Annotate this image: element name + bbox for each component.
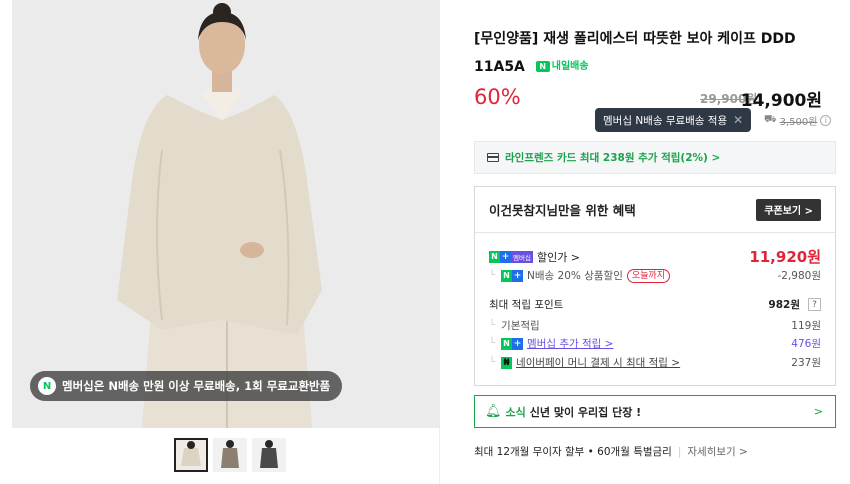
shipping-tooltip: 멤버십 N배송 무료배송 적용 ✕: [595, 108, 752, 132]
naver-plus-icon: N +: [501, 269, 524, 282]
truck-icon: ⛟: [764, 114, 777, 125]
product-title: [무인양품] 재생 폴리에스터 따뜻한 보아 케이프 DDD 11A5A N 내…: [474, 26, 836, 81]
member-points-link[interactable]: 멤버십 추가 적립 >: [527, 336, 613, 351]
branch-icon: └: [489, 270, 496, 281]
member-price-label: 할인가 >: [536, 250, 581, 264]
thumbnail-1[interactable]: [174, 438, 208, 472]
help-icon[interactable]: ?: [808, 298, 821, 311]
base-points-row: └ 기본적립 119원: [489, 318, 821, 333]
credit-card-icon: [487, 153, 499, 162]
base-points: 119원: [791, 320, 821, 332]
installment-info: 최대 12개월 무이자 할부 • 60개월 특별금리 | 자세히보기 >: [474, 444, 748, 459]
discount-rate: 60%: [474, 85, 521, 109]
naver-pay-icon: ₦: [501, 356, 513, 369]
npay-points-link[interactable]: 네이버페이 머니 결제 시 최대 적립 >: [516, 355, 680, 370]
naver-plus-icon: N +: [501, 337, 524, 350]
max-points-label: 최대 적립 포인트: [489, 299, 564, 311]
delivery-badge: N 내일배송: [535, 53, 589, 80]
max-points-row: 최대 적립 포인트 982원 ?: [489, 297, 821, 312]
news-text: 신년 맞이 우리집 단장 !: [529, 405, 642, 419]
benefit-title: 이건못참지님만을 위한 혜택: [489, 203, 636, 218]
n-delivery-discount-row: └ N + N배송 20% 상품할인 오늘까지 -2,980원: [489, 268, 821, 283]
bell-icon: 🔔︎: [485, 404, 502, 419]
news-banner[interactable]: 🔔︎ 소식 신년 맞이 우리집 단장 ! >: [474, 395, 836, 428]
branch-icon: └: [489, 357, 496, 368]
divider: |: [677, 445, 682, 458]
card-promo-text: 라인프렌즈 카드 최대 238원 추가 적립(2%) >: [505, 152, 721, 164]
tooltip-text: 멤버십 N배송 무료배송 적용: [603, 114, 728, 127]
product-title-text: [무인양품] 재생 폴리에스터 따뜻한 보아 케이프 DDD 11A5A: [474, 31, 796, 75]
installment-text: 최대 12개월 무이자 할부 • 60개월 특별금리: [474, 446, 672, 458]
promo-text: 멤버십은 N배송 만원 이상 무료배송, 1회 무료교환반품: [62, 379, 331, 393]
product-photo: [12, 0, 440, 428]
shipping-fee: ⛟ 3,500원 i: [764, 113, 832, 128]
n-delivery-label: N배송 20% 상품할인: [527, 270, 623, 282]
thumbnail-2[interactable]: [213, 438, 247, 472]
product-main-image[interactable]: N 멤버십은 N배송 만원 이상 무료배송, 1회 무료교환반품: [12, 0, 440, 428]
info-icon[interactable]: i: [820, 115, 832, 126]
today-only-tag: 오늘까지: [626, 268, 670, 283]
thumbnail-3[interactable]: [252, 438, 286, 472]
chevron-right-icon: >: [813, 405, 823, 418]
max-points: 982원: [768, 299, 800, 311]
installment-more-link[interactable]: 자세히보기 >: [687, 444, 747, 459]
coupon-button[interactable]: 쿠폰보기 >: [756, 198, 821, 221]
member-points: 476원: [791, 338, 821, 350]
n-delivery-discount: -2,980원: [777, 270, 821, 282]
base-points-label: 기본적립: [501, 320, 540, 332]
close-icon[interactable]: ✕: [733, 113, 743, 127]
card-promo-banner[interactable]: 라인프렌즈 카드 최대 238원 추가 적립(2%) >: [474, 141, 836, 174]
benefit-header: 이건못참지님만을 위한 혜택 쿠폰보기 >: [475, 187, 835, 233]
branch-icon: └: [489, 320, 496, 331]
news-tag: 소식: [505, 405, 526, 419]
branch-icon: └: [489, 338, 496, 349]
member-price-row[interactable]: N + 멤버십 할인가 > 11,920원: [489, 246, 821, 267]
sale-price: 14,900원: [740, 91, 822, 111]
npay-points: 237원: [791, 357, 821, 369]
product-gallery: N 멤버십은 N배송 만원 이상 무료배송, 1회 무료교환반품: [12, 0, 440, 484]
naver-n-icon: N: [38, 377, 56, 395]
delivery-badge-text: 내일배송: [551, 61, 589, 72]
member-price: 11,920원: [749, 248, 821, 266]
npay-points-row[interactable]: └ ₦ 네이버페이 머니 결제 시 최대 적립 > 237원: [489, 355, 821, 370]
thumbnail-strip: [174, 438, 286, 472]
truck-icon: N: [535, 61, 550, 72]
naver-plus-membership-icon: N + 멤버십: [489, 250, 533, 263]
membership-promo-pill[interactable]: N 멤버십은 N배송 만원 이상 무료배송, 1회 무료교환반품: [30, 371, 343, 401]
benefit-panel: 이건못참지님만을 위한 혜택 쿠폰보기 > N + 멤버십 할인가 > 11,920…: [474, 186, 836, 386]
shipping-fee-value: 3,500원: [779, 117, 818, 128]
member-points-row[interactable]: └ N + 멤버십 추가 적립 > 476원: [489, 336, 821, 351]
